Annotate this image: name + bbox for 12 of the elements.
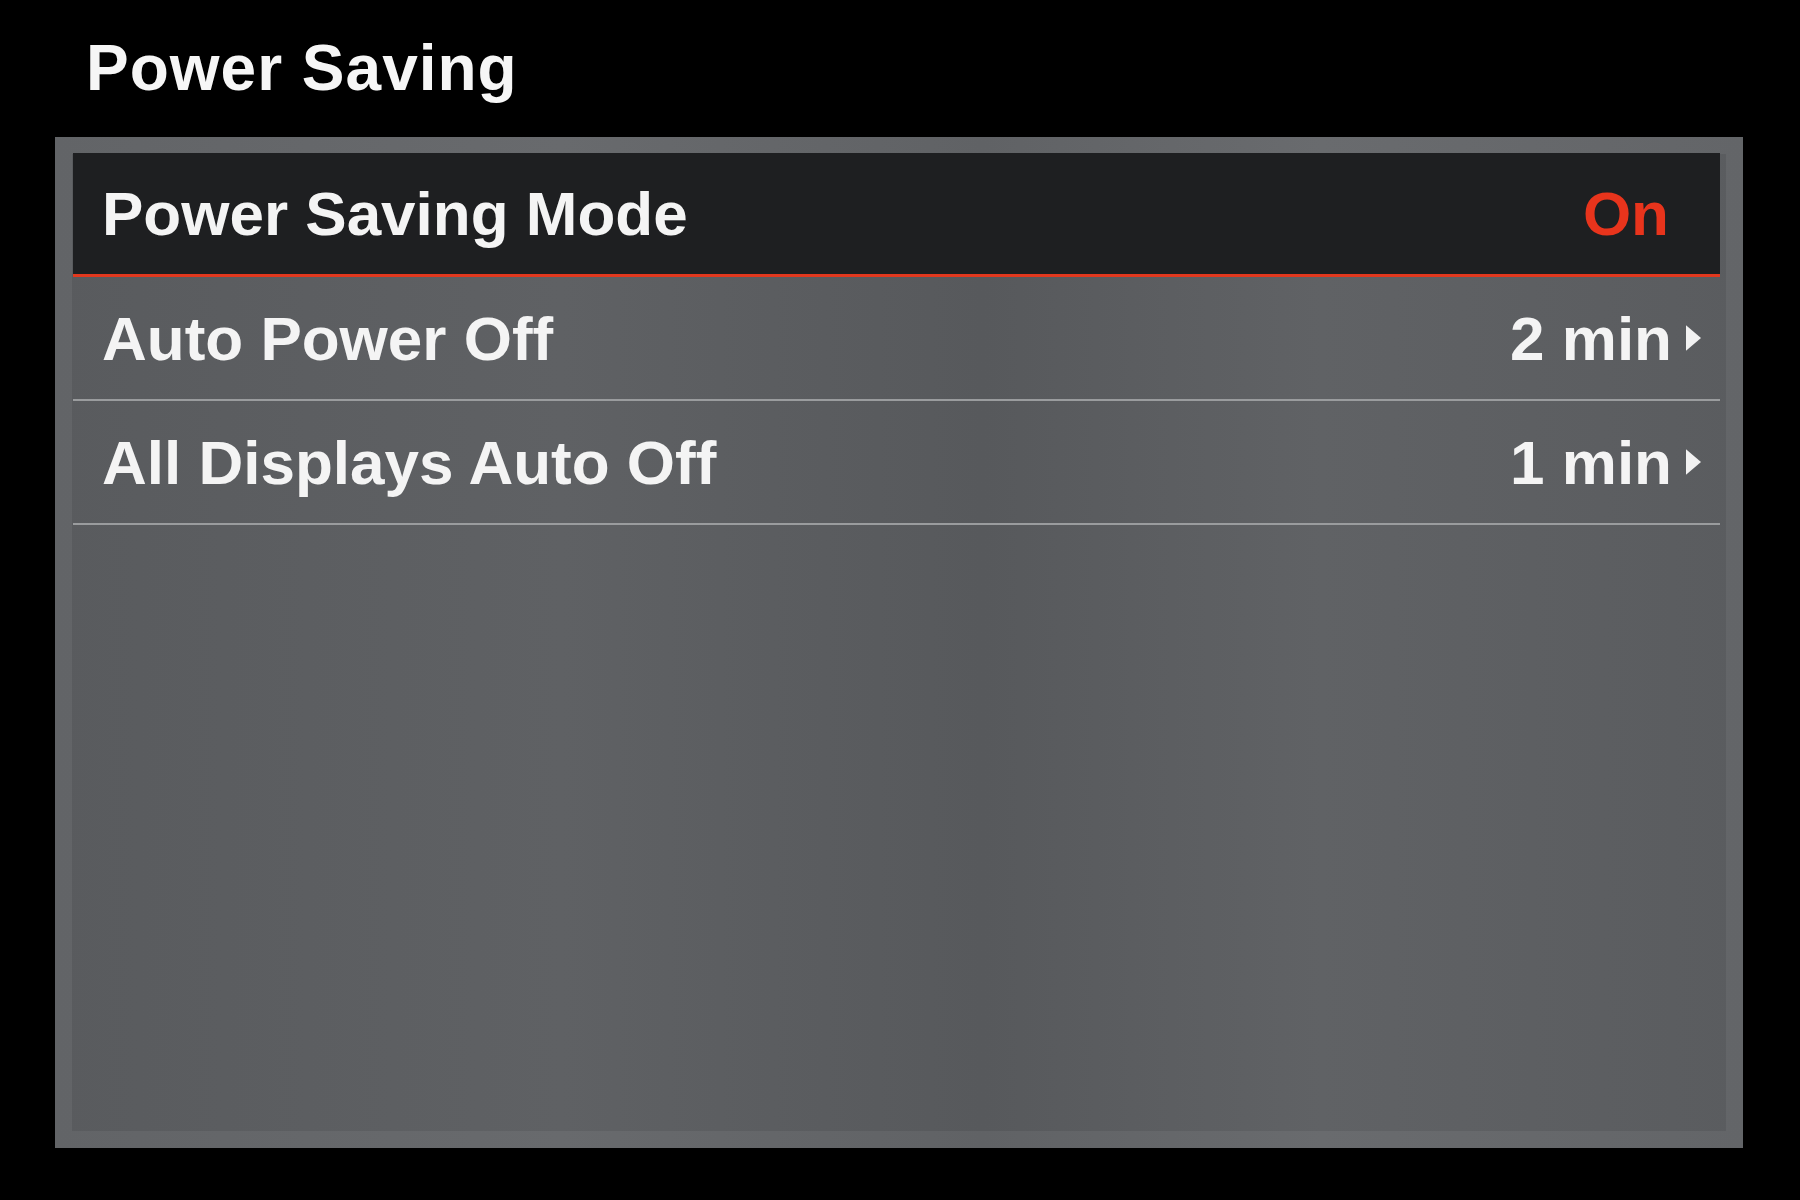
setting-value: On (1582, 178, 1669, 249)
setting-label: Power Saving Mode (102, 178, 689, 249)
setting-value: 2 min (1510, 302, 1672, 374)
menu-row[interactable]: All Displays Auto Off 1 min (73, 401, 1720, 525)
setting-label: All Displays Auto Off (102, 426, 718, 498)
screen-title: Power Saving (86, 31, 518, 106)
setting-value: 1 min (1510, 426, 1672, 498)
setting-label: Auto Power Off (102, 302, 555, 374)
caret-icon (1686, 449, 1701, 475)
caret-icon (1686, 325, 1701, 351)
menu-row[interactable]: Power Saving Mode On (73, 153, 1720, 277)
menu-row[interactable]: Auto Power Off 2 min (73, 277, 1720, 401)
